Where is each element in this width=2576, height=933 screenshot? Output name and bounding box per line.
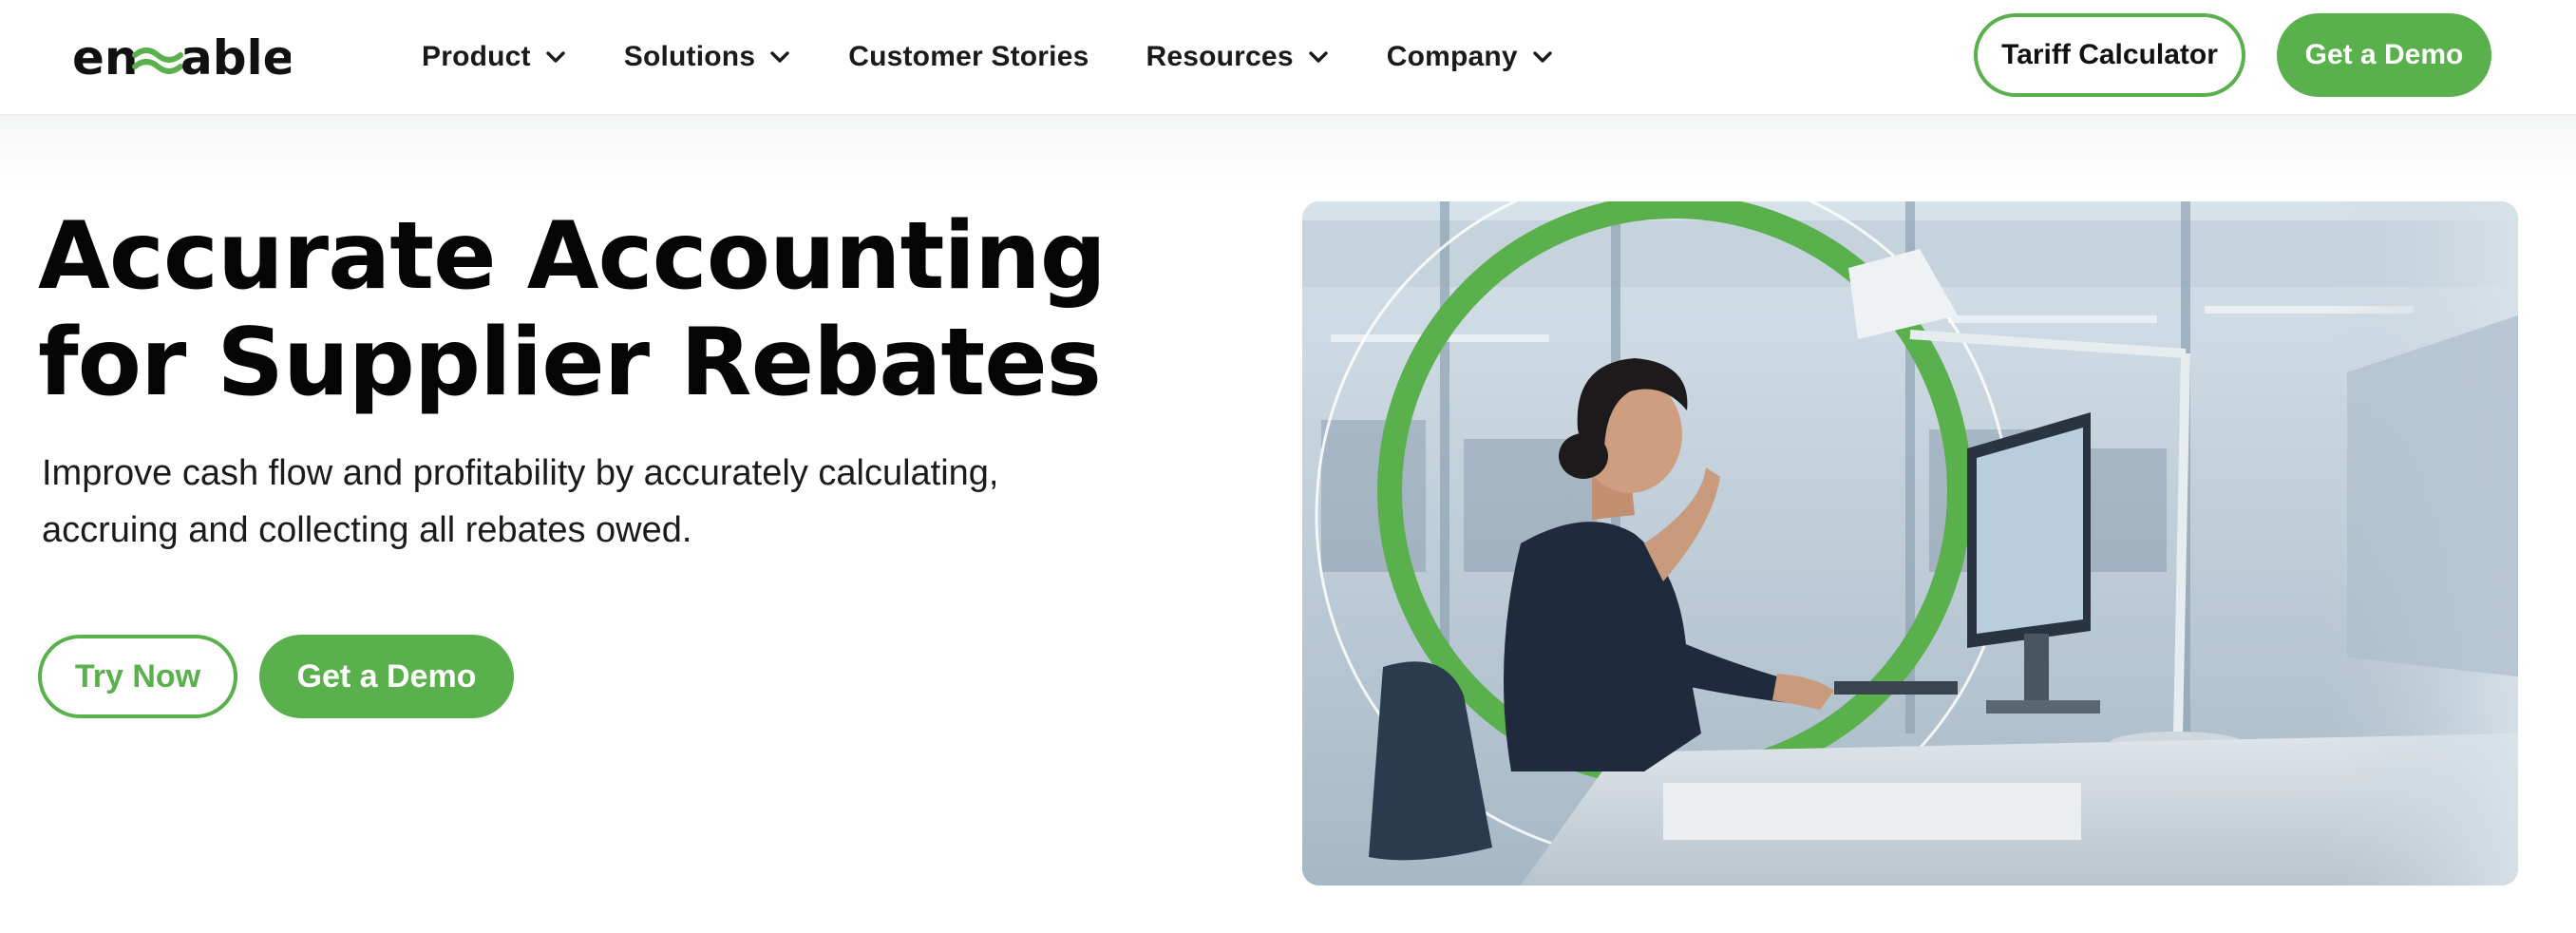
chevron-down-icon (1533, 51, 1552, 63)
hero-subtitle: Improve cash flow and profitability by a… (42, 445, 1087, 559)
hero-image (1302, 201, 2518, 885)
hero-get-demo-button[interactable]: Get a Demo (259, 635, 514, 718)
try-now-button[interactable]: Try Now (38, 635, 237, 718)
logo-wordmark: en able (72, 30, 291, 86)
svg-text:en: en (72, 30, 139, 86)
hero-subtitle-line: accruing and collecting all rebates owed… (42, 510, 692, 550)
nav-label: Resources (1146, 41, 1294, 72)
chevron-down-icon (770, 51, 789, 63)
chevron-down-icon (1309, 51, 1328, 63)
nav-item-customer-stories[interactable]: Customer Stories (848, 29, 1089, 86)
nav-item-solutions[interactable]: Solutions (624, 29, 791, 86)
hero-title-line: Accurate Accounting (38, 202, 1107, 311)
svg-text:able: able (180, 30, 291, 86)
nav-label: Solutions (623, 41, 756, 72)
hero-background (0, 116, 2576, 192)
main-nav: Product Solutions Customer Stories Resou… (422, 0, 1611, 114)
nav-item-product[interactable]: Product (422, 29, 567, 86)
nav-item-company[interactable]: Company (1387, 29, 1554, 86)
nav-label: Customer Stories (848, 41, 1089, 72)
hero-title: Accurate Accounting for Supplier Rebates (38, 203, 1197, 416)
hero-title-line: for Supplier Rebates (38, 309, 1102, 417)
hero-subtitle-line: Improve cash flow and profitability by a… (42, 453, 999, 493)
site-header: en able Product Solutions Customer Stori… (0, 0, 2576, 116)
nav-label: Product (422, 41, 531, 72)
nav-item-resources[interactable]: Resources (1146, 29, 1329, 86)
enable-logo[interactable]: en able (72, 21, 291, 97)
chevron-down-icon (546, 51, 565, 63)
office-scene-illustration (1302, 201, 2518, 885)
header-get-demo-button[interactable]: Get a Demo (2277, 13, 2491, 97)
tariff-calculator-button[interactable]: Tariff Calculator (1974, 13, 2245, 97)
nav-label: Company (1386, 41, 1518, 72)
